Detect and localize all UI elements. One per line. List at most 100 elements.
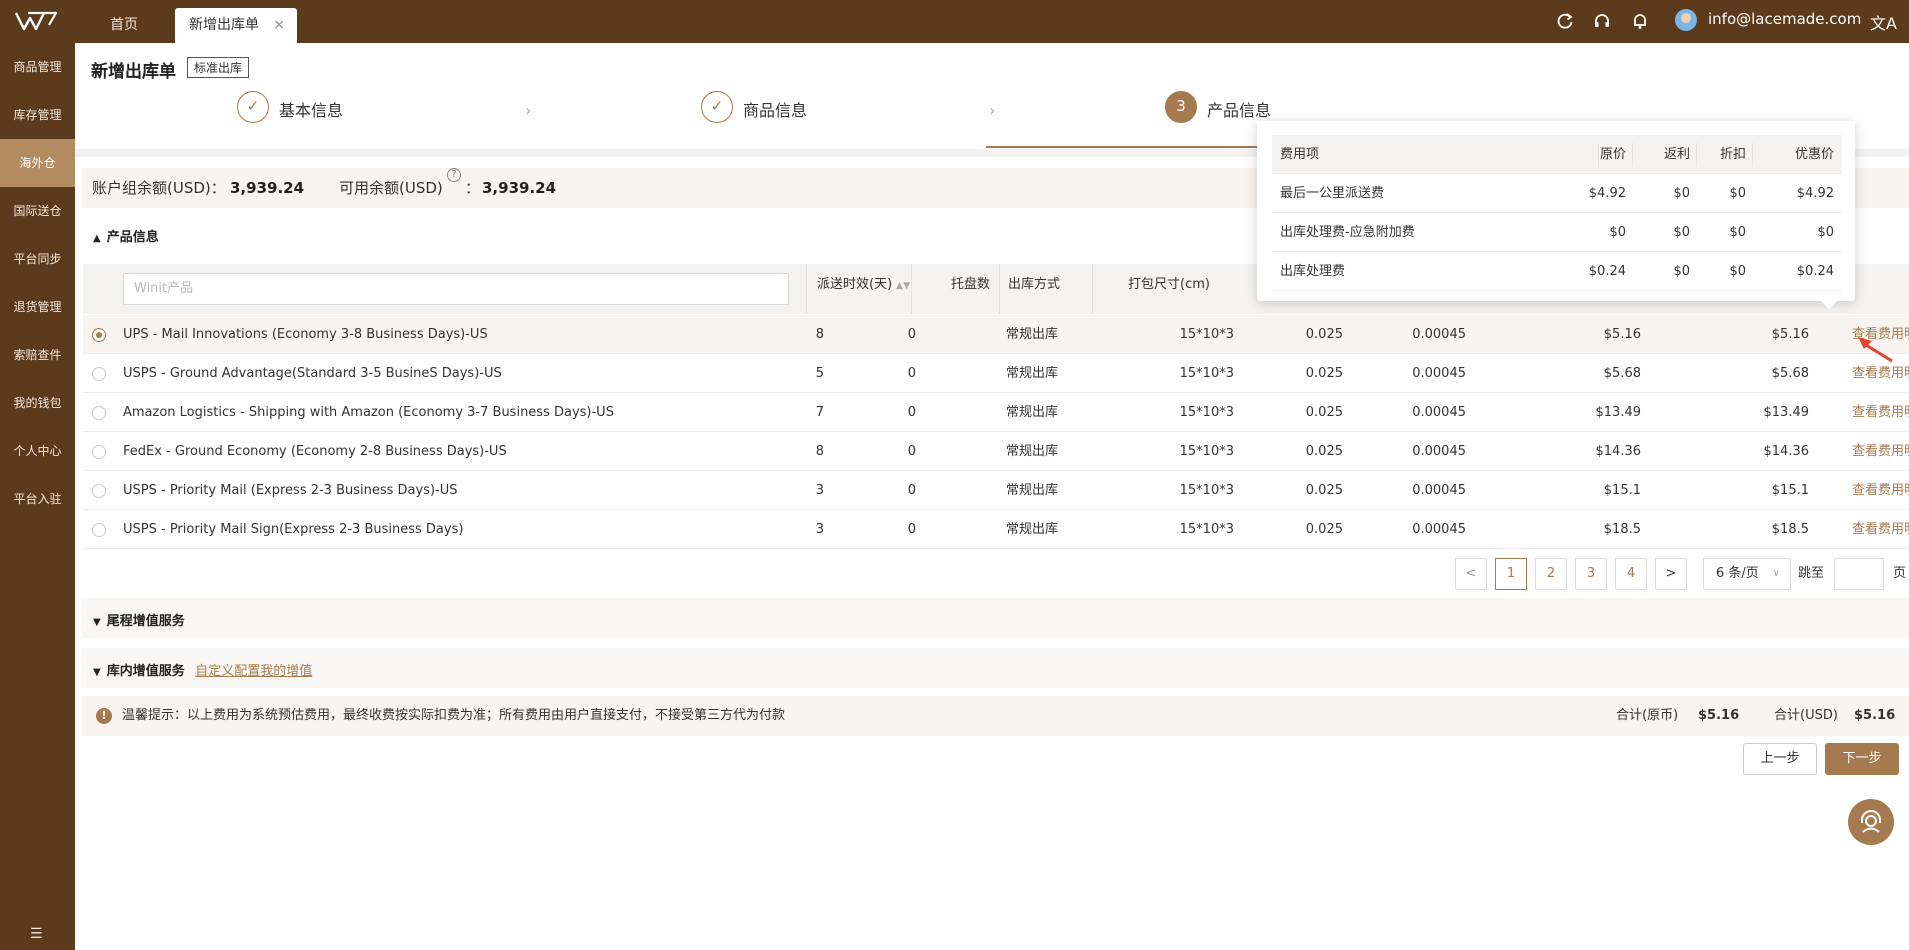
page-4-button[interactable]: 4 <box>1615 558 1647 590</box>
sidebar: 商品管理 库存管理 海外仓 国际送仓 平台同步 退货管理 索赔查件 我的钱包 个… <box>0 43 75 950</box>
cell-price: $15.1 <box>1603 483 1641 498</box>
tab-home[interactable]: 首页 <box>96 8 152 43</box>
page-1-button[interactable]: 1 <box>1495 558 1527 590</box>
row-radio[interactable] <box>92 406 106 420</box>
cell-volume: 0.00045 <box>1412 405 1466 420</box>
sort-icon[interactable]: ▲▼ <box>896 281 910 291</box>
row-radio[interactable] <box>92 367 106 381</box>
view-fee-detail-link[interactable]: 查看费用明细 <box>1852 510 1909 549</box>
cell-price: $13.49 <box>1595 405 1642 420</box>
sidebar-item-inventory-management[interactable]: 库存管理 <box>0 91 75 139</box>
cell-days: 8 <box>815 444 824 459</box>
fee-header-rebate: 返利 <box>1663 147 1690 162</box>
sidebar-item-product-management[interactable]: 商品管理 <box>0 43 75 91</box>
sidebar-item-platform-onboarding[interactable]: 平台入驻 <box>0 475 75 523</box>
page-size-value: 6 条/页 <box>1716 566 1759 581</box>
table-row[interactable]: FedEx - Ground Economy (Economy 2-8 Busi… <box>83 432 1909 471</box>
cell-total: $15.1 <box>1771 483 1809 498</box>
fee-amount: $0 <box>1609 225 1626 240</box>
table-row[interactable]: Amazon Logistics - Shipping with Amazon … <box>83 393 1909 432</box>
table-row[interactable]: USPS - Ground Advantage(Standard 3-5 Bus… <box>83 354 1909 393</box>
product-search-input[interactable]: Winit产品 <box>123 273 789 305</box>
caret-up-icon: ▲ <box>93 233 101 244</box>
previous-step-button[interactable]: 上一步 <box>1743 743 1817 775</box>
fee-header-item: 费用项 <box>1280 147 1320 162</box>
table-row[interactable]: USPS - Priority Mail Sign(Express 2-3 Bu… <box>83 510 1909 549</box>
fee-row: 出库处理费-应急附加费 $0 $0 $0 $0 <box>1272 213 1842 252</box>
fee-amount: $0 <box>1729 225 1746 240</box>
service-name: USPS - Ground Advantage(Standard 3-5 Bus… <box>123 366 502 381</box>
next-page-button[interactable]: > <box>1655 558 1687 590</box>
cell-method: 常规出库 <box>1006 327 1059 342</box>
sidebar-item-personal-center[interactable]: 个人中心 <box>0 427 75 475</box>
refresh-icon[interactable] <box>1555 11 1575 31</box>
language-icon[interactable]: 文A <box>1870 10 1897 34</box>
info-icon: ! <box>96 708 112 724</box>
cell-days: 5 <box>815 366 824 381</box>
row-radio[interactable] <box>92 484 106 498</box>
warehouse-services-header[interactable]: ▼ 库内增值服务 自定义配置我的增值 <box>93 660 312 679</box>
tab-new-outbound-order[interactable]: 新增出库单 × <box>175 8 297 43</box>
cell-method: 常规出库 <box>1006 444 1059 459</box>
group-balance-value: 3,939.24 <box>230 179 305 197</box>
warehouse-services-title: 库内增值服务 <box>106 664 185 679</box>
column-label: 派送时效(天) <box>817 277 893 292</box>
table-row[interactable]: UPS - Mail Innovations (Economy 3-8 Busi… <box>83 315 1909 354</box>
cell-days: 8 <box>815 327 824 342</box>
cell-total: $5.68 <box>1771 366 1809 381</box>
next-step-button[interactable]: 下一步 <box>1825 743 1899 775</box>
customer-support-button[interactable] <box>1848 799 1894 845</box>
cell-days: 3 <box>815 522 824 537</box>
sidebar-item-overseas-warehouse[interactable]: 海外仓 <box>0 139 75 187</box>
service-name: USPS - Priority Mail Sign(Express 2-3 Bu… <box>123 522 464 537</box>
cell-weight: 0.025 <box>1305 483 1343 498</box>
row-radio[interactable] <box>92 523 106 537</box>
bell-icon[interactable] <box>1630 11 1650 31</box>
column-pallets: 托盘数 <box>911 264 998 314</box>
headset-icon[interactable] <box>1592 11 1612 31</box>
product-section-header[interactable]: ▲ 产品信息 <box>93 226 159 245</box>
page-3-button[interactable]: 3 <box>1575 558 1607 590</box>
support-agent-icon <box>1861 810 1881 833</box>
step-check-icon: ✓ <box>237 91 269 123</box>
view-fee-detail-link[interactable]: 查看费用明细 <box>1852 471 1909 510</box>
prev-page-button[interactable]: < <box>1455 558 1487 590</box>
row-radio[interactable] <box>92 445 106 459</box>
sidebar-item-claims-tracking[interactable]: 索赔查件 <box>0 331 75 379</box>
row-radio[interactable] <box>92 328 106 342</box>
cell-pallets: 0 <box>907 444 916 459</box>
sidebar-item-my-wallet[interactable]: 我的钱包 <box>0 379 75 427</box>
cell-pallets: 0 <box>907 522 916 537</box>
cell-days: 3 <box>815 483 824 498</box>
user-email[interactable]: info@lacemade.com <box>1708 0 1861 39</box>
cell-days: 7 <box>815 405 824 420</box>
column-divider <box>1696 143 1697 167</box>
tail-services-header[interactable]: ▼ 尾程增值服务 <box>93 610 185 629</box>
avatar[interactable] <box>1675 9 1697 31</box>
page-2-button[interactable]: 2 <box>1535 558 1567 590</box>
sidebar-item-returns-management[interactable]: 退货管理 <box>0 283 75 331</box>
tab-close-icon[interactable]: × <box>273 8 285 43</box>
table-row[interactable]: USPS - Priority Mail (Express 2-3 Busine… <box>83 471 1909 510</box>
cell-weight: 0.025 <box>1305 327 1343 342</box>
view-fee-detail-link[interactable]: 查看费用明细 <box>1852 432 1909 471</box>
sidebar-item-platform-sync[interactable]: 平台同步 <box>0 235 75 283</box>
column-label: 托盘数 <box>950 277 990 292</box>
customize-services-link[interactable]: 自定义配置我的增值 <box>195 664 312 679</box>
page-size-select[interactable]: 6 条/页 ∨ <box>1703 558 1791 590</box>
cell-price: $14.36 <box>1595 444 1642 459</box>
column-delivery-time[interactable]: 派送时效(天) ▲▼ <box>806 264 910 314</box>
sidebar-item-international-shipping[interactable]: 国际送仓 <box>0 187 75 235</box>
column-divider <box>1752 143 1753 167</box>
collapse-menu-icon[interactable]: ☰ <box>30 926 43 942</box>
fee-header-final: 优惠价 <box>1794 147 1834 162</box>
view-fee-detail-link[interactable]: 查看费用明细 <box>1852 393 1909 432</box>
logo-icon[interactable] <box>14 10 58 32</box>
pagination: < 1 2 3 4 > 6 条/页 ∨ 跳至 页 <box>75 558 1909 590</box>
fee-amount: $0 <box>1729 264 1746 279</box>
fee-row: 出库处理费 $0.24 $0 $0 $0.24 <box>1272 252 1842 291</box>
chevron-down-icon: ∨ <box>1772 568 1780 579</box>
tail-services-title: 尾程增值服务 <box>106 614 185 629</box>
jump-page-input[interactable] <box>1834 558 1884 590</box>
cell-total: $18.5 <box>1771 522 1809 537</box>
